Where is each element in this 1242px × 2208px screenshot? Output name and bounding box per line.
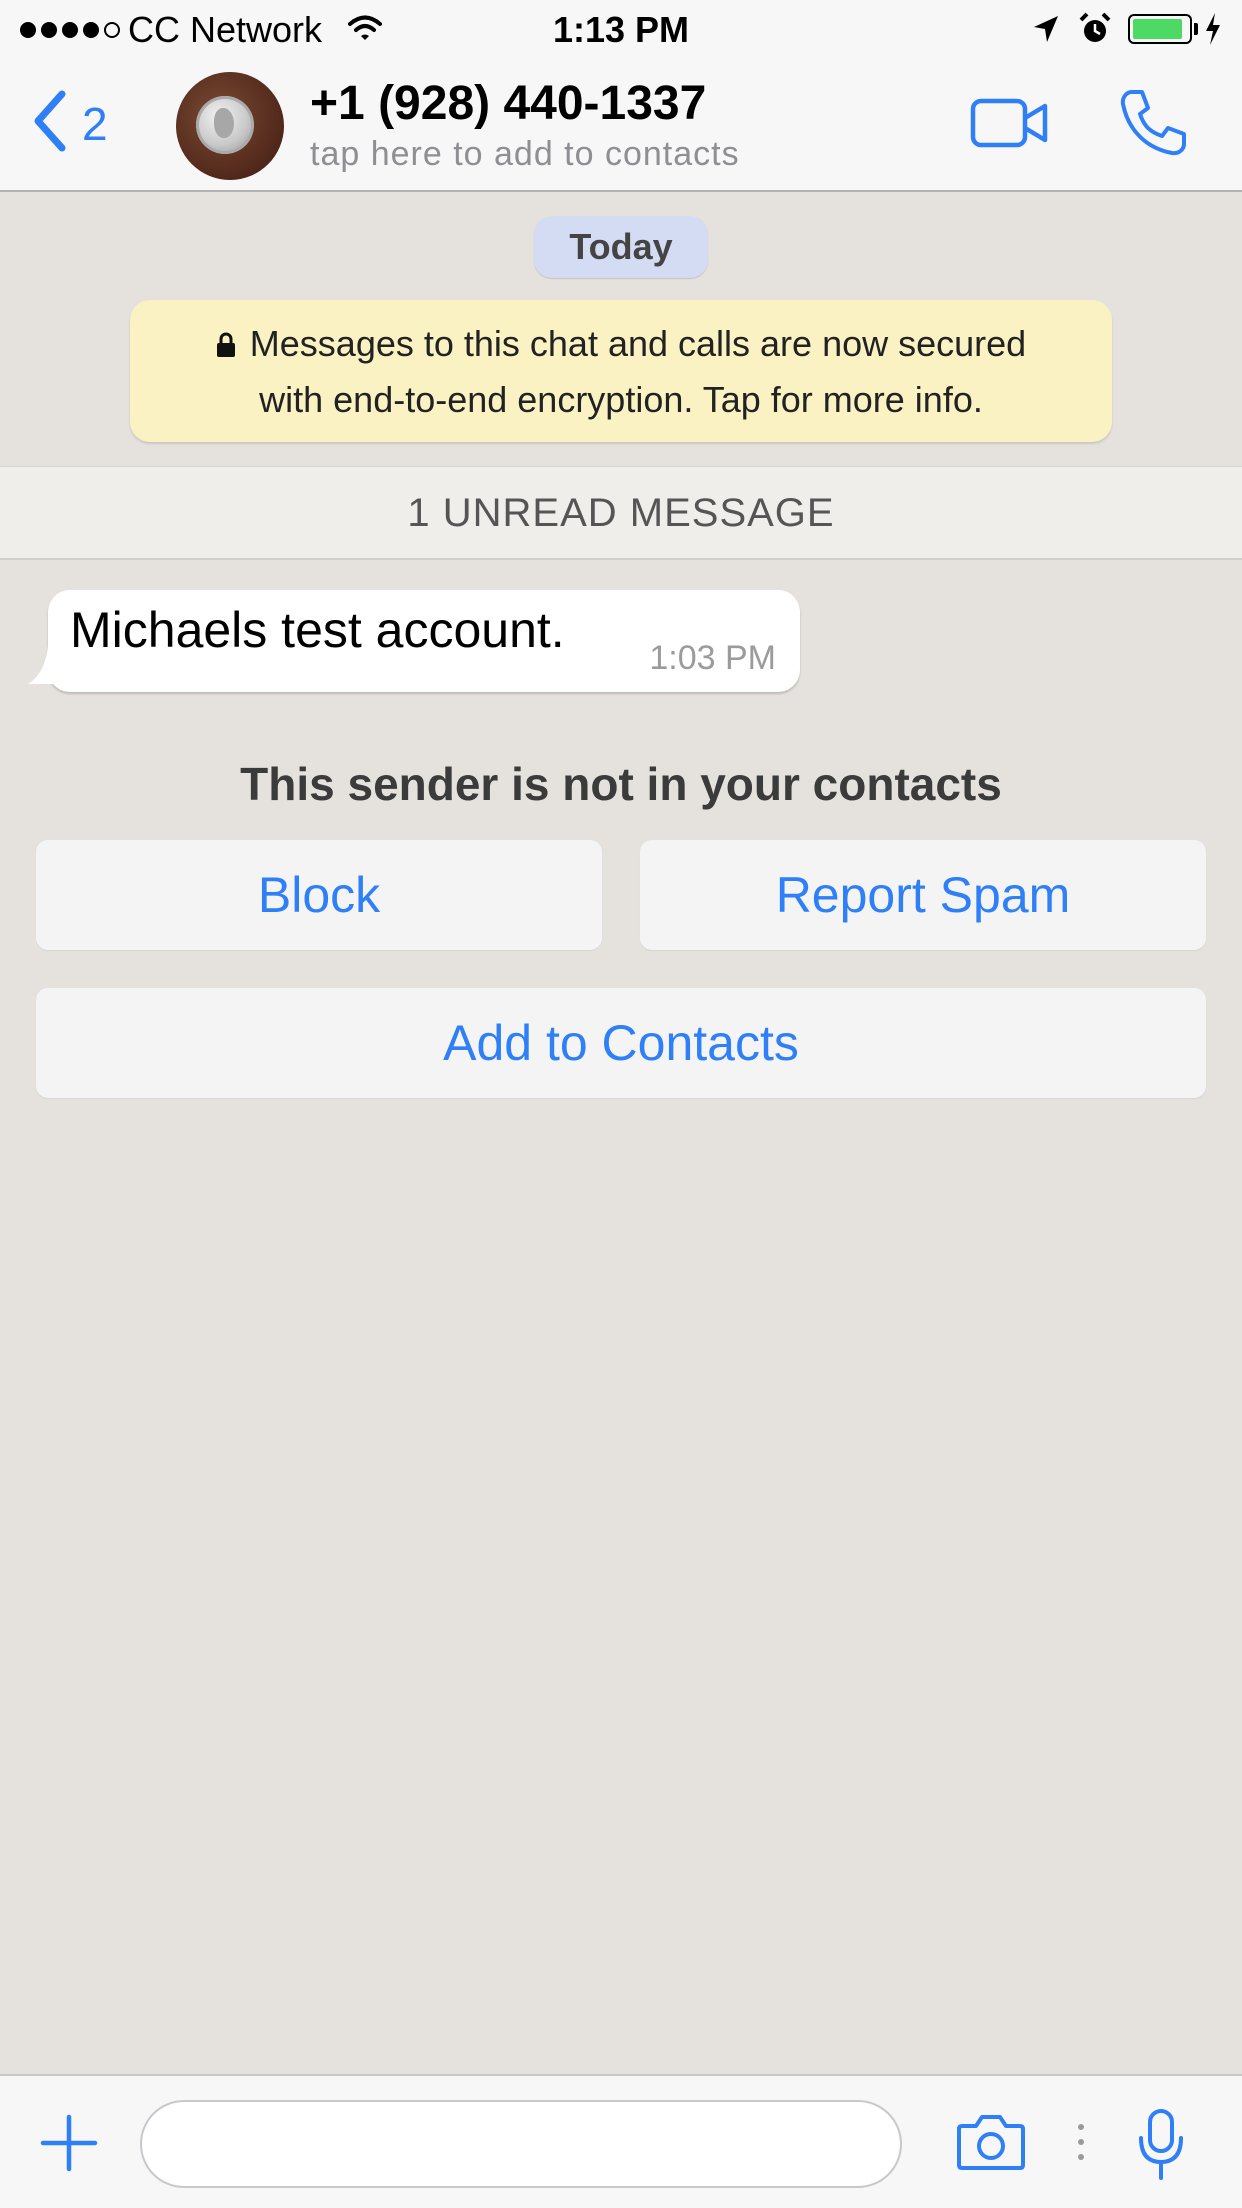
location-arrow-icon: [1032, 14, 1060, 49]
contact-name[interactable]: +1 (928) 440-1337: [310, 76, 706, 132]
battery-icon: [1128, 14, 1192, 44]
charging-bolt-icon: [1204, 12, 1222, 51]
microphone-button[interactable]: [1136, 2108, 1186, 2185]
chevron-left-icon: [32, 90, 66, 157]
back-button[interactable]: 2: [32, 90, 108, 157]
more-dots-icon: [1078, 2124, 1084, 2160]
message-input[interactable]: [140, 2100, 902, 2188]
attach-button[interactable]: [40, 2114, 98, 2177]
encryption-notice-text-2: with end-to-end encryption. Tap for more…: [259, 379, 983, 420]
incoming-message-bubble[interactable]: Michaels test account. 1:03 PM: [28, 590, 800, 692]
add-to-contacts-button[interactable]: Add to Contacts: [36, 988, 1206, 1098]
encryption-notice-line-1: Messages to this chat and calls are now …: [130, 317, 1112, 373]
back-unread-count: 2: [82, 97, 108, 150]
camera-icon: [957, 2115, 1025, 2170]
encryption-notice[interactable]: Messages to this chat and calls are now …: [130, 300, 1112, 442]
voice-call-button[interactable]: [1118, 88, 1188, 163]
unread-divider: 1 UNREAD MESSAGE: [0, 466, 1242, 560]
report-spam-button[interactable]: Report Spam: [640, 840, 1206, 950]
bubble-tail: [28, 646, 60, 684]
video-camera-icon: [970, 98, 1048, 148]
contact-subtitle[interactable]: tap here to add to contacts: [310, 134, 740, 174]
video-call-button[interactable]: [970, 98, 1050, 153]
battery-cap: [1194, 23, 1198, 35]
microphone-icon: [1139, 2109, 1183, 2180]
coin-image: [196, 96, 254, 154]
alarm-clock-icon: [1078, 12, 1112, 51]
unknown-sender-notice: This sender is not in your contacts: [240, 758, 1002, 810]
message-composer: [0, 2074, 1242, 2208]
block-button[interactable]: Block: [36, 840, 602, 950]
date-badge: Today: [534, 216, 708, 278]
lock-icon: [216, 319, 236, 373]
message-timestamp: 1:03 PM: [649, 639, 776, 677]
message-text: Michaels test account.: [70, 602, 565, 658]
avatar[interactable]: [176, 72, 284, 180]
status-bar: CC Network 1:13 PM: [0, 0, 1242, 60]
chat-header: 2 +1 (928) 440-1337 tap here to add to c…: [0, 60, 1242, 192]
phone-icon: [1120, 90, 1186, 156]
plus-icon: [40, 2114, 98, 2172]
encryption-notice-text-1: Messages to this chat and calls are now …: [249, 323, 1027, 364]
camera-button[interactable]: [956, 2112, 1026, 2177]
